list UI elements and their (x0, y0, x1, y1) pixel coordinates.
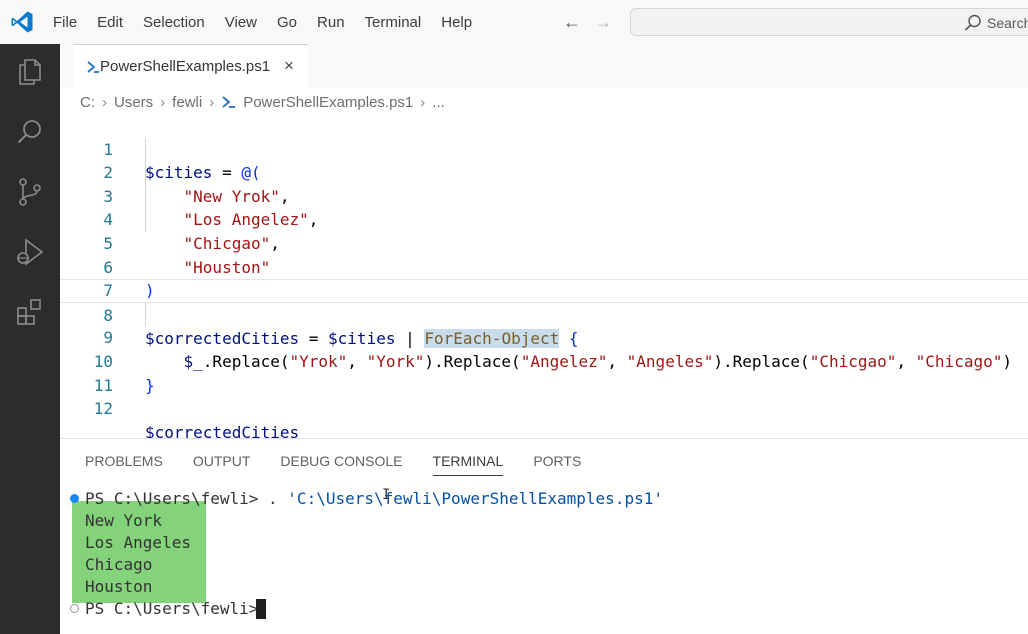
command-search-box[interactable]: Search (630, 8, 1028, 36)
code-line: 10 } (60, 326, 1028, 395)
menu-run[interactable]: Run (317, 14, 345, 31)
search-icon (964, 14, 981, 31)
code-line: 11 (60, 350, 1028, 395)
title-bar: File Edit Selection View Go Run Terminal… (0, 0, 1028, 44)
terminal[interactable]: PS C:\Users\fewli> . 'C:\Users\fewli\Pow… (60, 439, 1028, 634)
code-line: 7 (60, 256, 1028, 300)
breadcrumb-more[interactable]: ... (432, 94, 445, 111)
code-line: 1 $cities = @( (60, 114, 1028, 183)
activity-bar (0, 44, 60, 634)
menu-view[interactable]: View (225, 14, 257, 31)
terminal-output-line: Houston (85, 577, 153, 596)
code-line-current: 8 $correctedCities = $cities | ForEach-O… (60, 279, 1028, 349)
breadcrumb-users[interactable]: Users (114, 94, 153, 111)
explorer-icon[interactable] (14, 56, 46, 88)
breadcrumb-separator: › (420, 93, 426, 111)
terminal-output-line: Los Angeles (85, 533, 191, 552)
code-line: 3 "Los Angelez", (60, 161, 1028, 230)
breadcrumb-drive[interactable]: C: (80, 94, 95, 111)
breadcrumb-separator: › (160, 93, 166, 111)
terminal-output-line: Chicago (85, 555, 153, 574)
tab-powershellexamples[interactable]: PowerShellExamples.ps1 × (74, 44, 308, 88)
text-cursor-icon: I (382, 487, 391, 503)
terminal-prompt: PS C:\Users\fewli> (85, 489, 269, 508)
menu-file[interactable]: File (53, 14, 77, 31)
command-success-dot-icon[interactable] (70, 494, 79, 503)
breadcrumb-separator: › (209, 93, 215, 111)
extensions-icon[interactable] (14, 296, 46, 328)
code-line: 4 "Chicgao", (60, 185, 1028, 253)
breadcrumb-fewli[interactable]: fewli (172, 94, 202, 111)
terminal-command-line: PS C:\Users\fewli> . 'C:\Users\fewli\Pow… (85, 488, 663, 510)
command-pending-dot-icon[interactable] (70, 604, 79, 613)
code-line: 12 $correctedCities (60, 374, 1028, 442)
breadcrumb: C: › Users › fewli › PowerShellExamples.… (80, 92, 445, 112)
terminal-prompt-line: PS C:\Users\fewli> (85, 599, 269, 618)
menu-help[interactable]: Help (441, 14, 472, 31)
run-debug-icon[interactable] (14, 236, 46, 268)
menu-selection[interactable]: Selection (143, 14, 205, 31)
menu-go[interactable]: Go (277, 14, 297, 31)
menu-terminal[interactable]: Terminal (365, 14, 422, 31)
menu-bar: File Edit Selection View Go Run Terminal… (53, 0, 492, 44)
code-editor[interactable]: 1 $cities = @( 2 "New Yrok", 3 "Los Ange… (60, 114, 1028, 442)
breadcrumb-file[interactable]: PowerShellExamples.ps1 (243, 94, 413, 111)
tab-label: PowerShellExamples.ps1 (100, 58, 271, 75)
search-label: Search (987, 15, 1028, 31)
terminal-command-path: 'C:\Users\fewli\PowerShellExamples.ps1' (287, 489, 663, 508)
code-line: 2 "New Yrok", (60, 138, 1028, 206)
vscode-logo-icon[interactable] (10, 10, 34, 34)
line-number: 12 (93, 399, 113, 419)
code-line: 9 $_.Replace("Yrok", "York").Replace("An… (60, 303, 1028, 371)
code-line: 6 ) (60, 232, 1028, 301)
terminal-cursor (256, 599, 266, 619)
code-line: 5 "Houston" (60, 208, 1028, 277)
back-arrow-icon[interactable]: ← (563, 12, 581, 32)
bottom-panel: PROBLEMS OUTPUT DEBUG CONSOLE TERMINAL P… (60, 438, 1028, 634)
search-sidebar-icon[interactable] (14, 116, 46, 148)
forward-arrow-icon[interactable]: → (594, 12, 612, 32)
powershell-file-icon (222, 96, 236, 108)
editor-tab-bar: PowerShellExamples.ps1 × (60, 44, 1028, 88)
breadcrumb-separator: › (102, 93, 107, 111)
source-control-icon[interactable] (14, 176, 46, 208)
close-tab-icon[interactable]: × (284, 56, 294, 76)
terminal-output-line: New York (85, 511, 163, 530)
menu-edit[interactable]: Edit (97, 14, 123, 31)
terminal-command: . (268, 489, 288, 508)
